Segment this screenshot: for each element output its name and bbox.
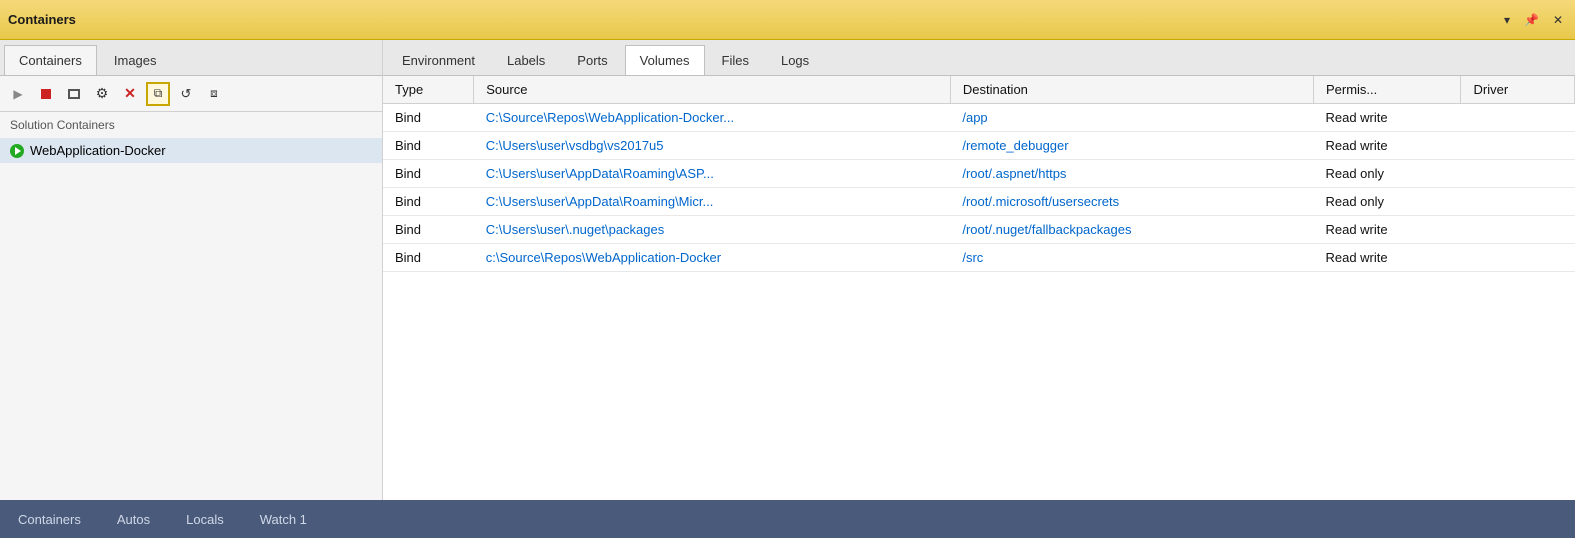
dropdown-arrow-btn[interactable]: ▾: [1500, 11, 1514, 29]
cell-destination: /root/.nuget/fallbackpackages: [950, 216, 1313, 244]
container-name: WebApplication-Docker: [30, 143, 166, 158]
refresh-btn[interactable]: ↺: [174, 82, 198, 106]
bottom-tab-watch1[interactable]: Watch 1: [242, 504, 325, 535]
cell-type: Bind: [383, 160, 474, 188]
cell-driver: [1461, 188, 1575, 216]
cell-destination: /src: [950, 244, 1313, 272]
table-body: Bind C:\Source\Repos\WebApplication-Dock…: [383, 104, 1575, 272]
tab-containers[interactable]: Containers: [4, 45, 97, 75]
col-driver: Driver: [1461, 76, 1575, 104]
bottom-tab-locals[interactable]: Locals: [168, 504, 242, 535]
cell-destination: /root/.aspnet/https: [950, 160, 1313, 188]
title-bar: Containers ▾ 📌 ✕: [0, 0, 1575, 40]
col-destination: Destination: [950, 76, 1313, 104]
copy-icon: ⧉: [154, 86, 163, 101]
cell-driver: [1461, 244, 1575, 272]
cell-permissions: Read write: [1313, 244, 1461, 272]
sidebar: Containers Images ▶ ⚙: [0, 40, 383, 500]
tab-volumes[interactable]: Volumes: [625, 45, 705, 75]
tab-logs[interactable]: Logs: [766, 45, 824, 75]
cell-source: C:\Users\user\vsdbg\vs2017u5: [474, 132, 951, 160]
main-container: Containers Images ▶ ⚙: [0, 40, 1575, 538]
cell-permissions: Read only: [1313, 160, 1461, 188]
col-permissions: Permis...: [1313, 76, 1461, 104]
cell-driver: [1461, 160, 1575, 188]
play-icon: ▶: [13, 87, 22, 101]
table-row: Bind C:\Users\user\AppData\Roaming\ASP..…: [383, 160, 1575, 188]
play-btn[interactable]: ▶: [6, 82, 30, 106]
table-row: Bind C:\Source\Repos\WebApplication-Dock…: [383, 104, 1575, 132]
table-row: Bind C:\Users\user\AppData\Roaming\Micr.…: [383, 188, 1575, 216]
running-indicator: [10, 144, 24, 158]
copy2-btn[interactable]: ⧈: [202, 82, 226, 106]
cell-permissions: Read only: [1313, 188, 1461, 216]
pin-btn[interactable]: 📌: [1520, 11, 1543, 29]
bottom-tab-autos[interactable]: Autos: [99, 504, 168, 535]
refresh-icon: ↺: [181, 86, 192, 102]
tab-images[interactable]: Images: [99, 45, 172, 75]
col-source: Source: [474, 76, 951, 104]
window-title: Containers: [8, 12, 76, 27]
cell-source: C:\Users\user\AppData\Roaming\Micr...: [474, 188, 951, 216]
cell-driver: [1461, 216, 1575, 244]
table-row: Bind c:\Source\Repos\WebApplication-Dock…: [383, 244, 1575, 272]
cell-destination: /root/.microsoft/usersecrets: [950, 188, 1313, 216]
cell-source: C:\Source\Repos\WebApplication-Docker...: [474, 104, 951, 132]
cell-source: C:\Users\user\.nuget\packages: [474, 216, 951, 244]
cell-driver: [1461, 132, 1575, 160]
bottom-tab-containers[interactable]: Containers: [0, 504, 99, 535]
terminal-icon: [68, 89, 80, 99]
delete-icon: ✕: [124, 85, 136, 102]
cell-type: Bind: [383, 244, 474, 272]
cell-type: Bind: [383, 188, 474, 216]
tab-environment[interactable]: Environment: [387, 45, 490, 75]
copy-btn[interactable]: ⧉: [146, 82, 170, 106]
tab-files[interactable]: Files: [707, 45, 764, 75]
tab-labels[interactable]: Labels: [492, 45, 560, 75]
cell-permissions: Read write: [1313, 132, 1461, 160]
stop-btn[interactable]: [34, 82, 58, 106]
cell-permissions: Read write: [1313, 216, 1461, 244]
bottom-tab-bar: Containers Autos Locals Watch 1: [0, 500, 1575, 538]
table-header: Type Source Destination Permis... Driver: [383, 76, 1575, 104]
terminal-btn[interactable]: [62, 82, 86, 106]
table-row: Bind C:\Users\user\vsdbg\vs2017u5 /remot…: [383, 132, 1575, 160]
window-controls: ▾ 📌 ✕: [1500, 11, 1567, 29]
volumes-table: Type Source Destination Permis... Driver…: [383, 76, 1575, 272]
delete-btn[interactable]: ✕: [118, 82, 142, 106]
settings-btn[interactable]: ⚙: [90, 82, 114, 106]
table-row: Bind C:\Users\user\.nuget\packages /root…: [383, 216, 1575, 244]
right-tab-bar: Environment Labels Ports Volumes Files L…: [383, 40, 1575, 76]
cell-source: c:\Source\Repos\WebApplication-Docker: [474, 244, 951, 272]
content-area: Containers Images ▶ ⚙: [0, 40, 1575, 500]
cell-destination: /remote_debugger: [950, 132, 1313, 160]
close-btn[interactable]: ✕: [1549, 11, 1567, 29]
stop-icon: [41, 89, 51, 99]
cell-driver: [1461, 104, 1575, 132]
copy2-icon: ⧈: [210, 86, 218, 101]
gear-icon: ⚙: [96, 85, 109, 102]
cell-type: Bind: [383, 216, 474, 244]
right-panel: Environment Labels Ports Volumes Files L…: [383, 40, 1575, 500]
volumes-table-wrapper: Type Source Destination Permis... Driver…: [383, 76, 1575, 500]
cell-destination: /app: [950, 104, 1313, 132]
container-item-webapp[interactable]: WebApplication-Docker: [0, 138, 382, 163]
sidebar-tab-bar: Containers Images: [0, 40, 382, 76]
solution-header: Solution Containers: [0, 112, 382, 138]
cell-source: C:\Users\user\AppData\Roaming\ASP...: [474, 160, 951, 188]
cell-type: Bind: [383, 104, 474, 132]
tab-ports[interactable]: Ports: [562, 45, 622, 75]
cell-permissions: Read write: [1313, 104, 1461, 132]
cell-type: Bind: [383, 132, 474, 160]
sidebar-toolbar: ▶ ⚙ ✕ ⧉ ↺: [0, 76, 382, 112]
col-type: Type: [383, 76, 474, 104]
